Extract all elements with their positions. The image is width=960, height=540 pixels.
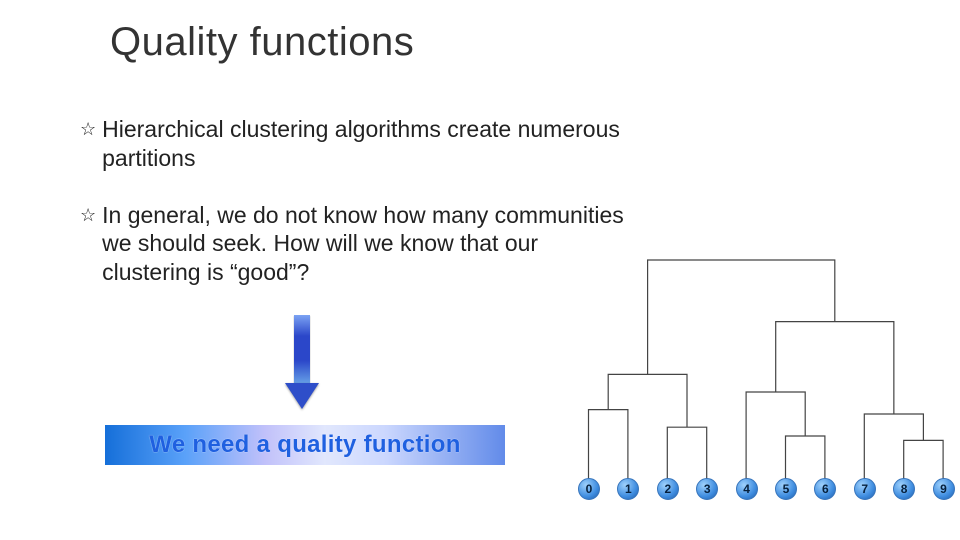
leaf-node: 2 bbox=[657, 478, 679, 500]
leaf-node: 7 bbox=[854, 478, 876, 500]
leaf-node: 1 bbox=[617, 478, 639, 500]
slide-title: Quality functions bbox=[110, 20, 414, 65]
leaf-node: 3 bbox=[696, 478, 718, 500]
list-item: ☆ In general, we do not know how many co… bbox=[80, 201, 640, 287]
callout-banner: We need a quality function bbox=[105, 425, 505, 465]
bullet-list: ☆ Hierarchical clustering algorithms cre… bbox=[80, 115, 640, 315]
slide: Quality functions ☆ Hierarchical cluster… bbox=[0, 0, 960, 540]
bullet-text: Hierarchical clustering algorithms creat… bbox=[102, 115, 640, 173]
leaf-node: 0 bbox=[578, 478, 600, 500]
bullet-star-icon: ☆ bbox=[80, 205, 96, 226]
leaf-node: 4 bbox=[736, 478, 758, 500]
dendrogram bbox=[565, 250, 960, 500]
list-item: ☆ Hierarchical clustering algorithms cre… bbox=[80, 115, 640, 173]
leaf-node: 9 bbox=[933, 478, 955, 500]
down-arrow-icon bbox=[285, 315, 319, 415]
leaf-node: 8 bbox=[893, 478, 915, 500]
leaf-row: 0 1 2 3 4 5 6 7 8 9 bbox=[578, 478, 955, 500]
bullet-star-icon: ☆ bbox=[80, 119, 96, 140]
callout-text: We need a quality function bbox=[149, 431, 460, 459]
bullet-text: In general, we do not know how many comm… bbox=[102, 201, 640, 287]
leaf-node: 5 bbox=[775, 478, 797, 500]
leaf-node: 6 bbox=[814, 478, 836, 500]
